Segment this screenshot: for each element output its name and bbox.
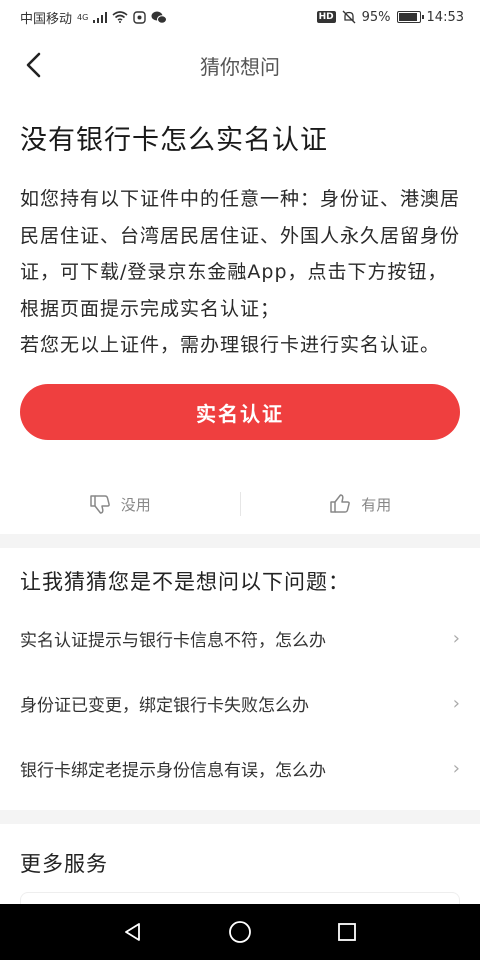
nav-recents-icon[interactable] (336, 921, 358, 943)
list-item[interactable]: 银行卡绑定老提示身份信息有误，怎么办 › (0, 736, 480, 801)
suggestion-label: 实名认证提示与银行卡信息不符，怎么办 (20, 631, 326, 651)
system-nav-bar (0, 904, 480, 960)
more-services-section: 更多服务 (0, 826, 480, 922)
nav-back-icon[interactable] (122, 921, 144, 943)
status-right: HD 95% 14:53 (316, 9, 464, 25)
clock-time: 14:53 (426, 9, 464, 25)
useful-button[interactable]: 有用 (241, 493, 480, 515)
suggestion-label: 身份证已变更，绑定银行卡失败怎么办 (20, 696, 309, 716)
wifi-icon (112, 11, 128, 23)
suggestions-list: 实名认证提示与银行卡信息不符，怎么办 › 身份证已变更，绑定银行卡失败怎么办 ›… (0, 606, 480, 801)
article-section: 没有银行卡怎么实名认证 如您持有以下证件中的任意一种：身份证、港澳居民居住证、台… (0, 96, 480, 516)
thumbs-down-icon (89, 495, 110, 514)
chevron-right-icon: › (452, 758, 460, 779)
article-body: 如您持有以下证件中的任意一种：身份证、港澳居民居住证、台湾居民居住证、外国人永久… (0, 157, 480, 364)
list-item[interactable]: 实名认证提示与银行卡信息不符，怎么办 › (0, 606, 480, 671)
app-notification-icon (133, 10, 147, 24)
more-services-heading: 更多服务 (20, 852, 108, 876)
page-title: 猜你想问 (200, 54, 280, 79)
chevron-right-icon: › (452, 628, 460, 649)
article-title: 没有银行卡怎么实名认证 (20, 125, 328, 156)
chevron-right-icon: › (452, 693, 460, 714)
status-bar: 中国移动 4G HD 95% 14:53 (0, 0, 480, 34)
feedback-row: 没用 有用 (0, 476, 480, 532)
suggestion-label: 银行卡绑定老提示身份信息有误，怎么办 (20, 761, 326, 781)
nav-home-icon[interactable] (228, 920, 252, 944)
section-divider (0, 534, 480, 548)
list-item[interactable]: 身份证已变更，绑定银行卡失败怎么办 › (0, 671, 480, 736)
back-arrow-icon (26, 52, 41, 78)
back-button[interactable] (18, 50, 48, 80)
wechat-icon (151, 11, 168, 24)
useless-button[interactable]: 没用 (0, 493, 240, 515)
signal-icon (93, 11, 108, 23)
article-paragraph: 如您持有以下证件中的任意一种：身份证、港澳居民居住证、台湾居民居住证、外国人永久… (20, 188, 461, 320)
battery-icon (396, 11, 424, 23)
battery-percent: 95% (361, 9, 391, 25)
status-left: 中国移动 4G (20, 8, 168, 27)
hd-badge: HD (316, 11, 336, 23)
carrier-name: 中国移动 (20, 11, 73, 27)
mute-bell-icon (342, 10, 356, 24)
useful-label: 有用 (361, 495, 392, 514)
nav-bar: 猜你想问 (0, 34, 480, 96)
network-type: 4G (77, 12, 89, 22)
suggestions-section: 让我猜猜您是不是想问以下问题： 实名认证提示与银行卡信息不符，怎么办 › 身份证… (0, 548, 480, 801)
section-divider (0, 810, 480, 824)
suggestions-heading: 让我猜猜您是不是想问以下问题： (20, 570, 350, 594)
thumbs-up-icon (330, 494, 351, 513)
real-name-verify-button[interactable]: 实名认证 (20, 384, 460, 440)
article-paragraph: 若您无以上证件，需办理银行卡进行实名认证。 (20, 334, 441, 356)
useless-label: 没用 (120, 495, 151, 514)
